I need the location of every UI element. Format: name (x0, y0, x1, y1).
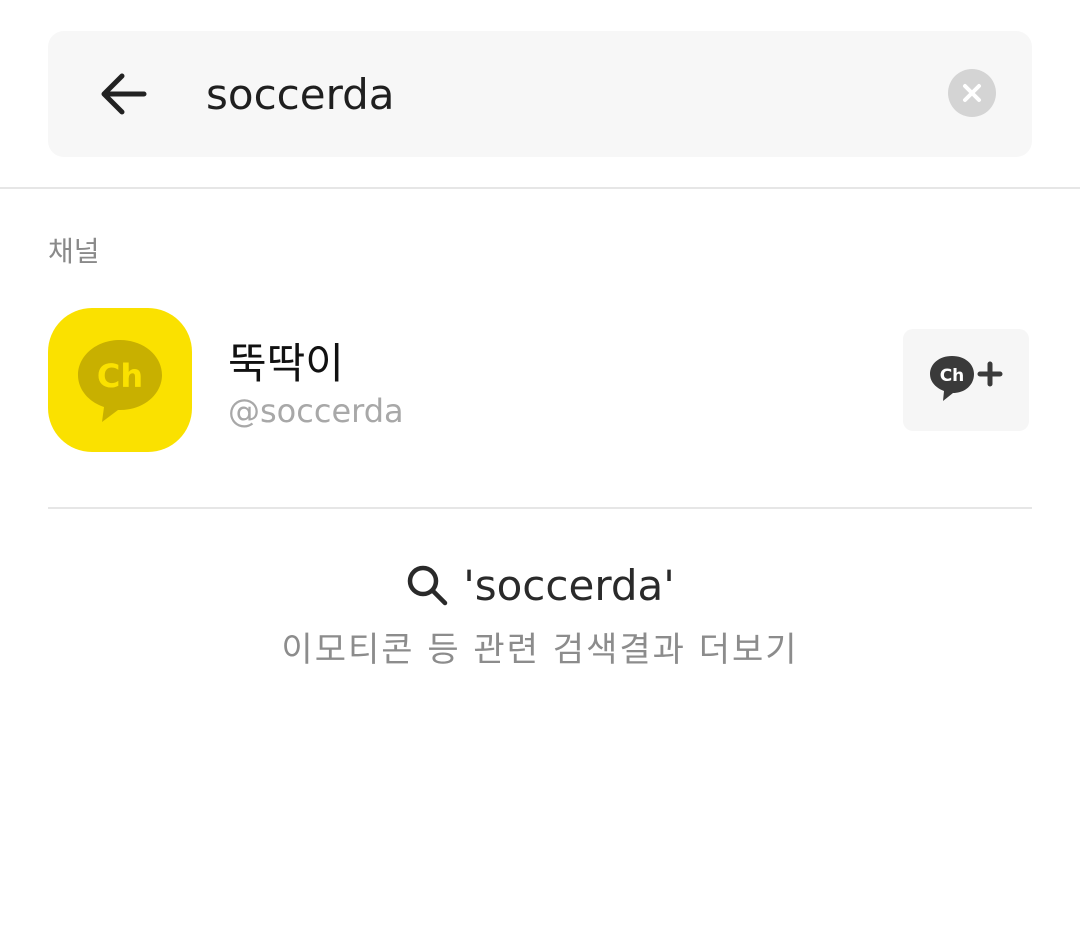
more-results-subtitle: 이모티콘 등 관련 검색결과 더보기 (281, 630, 799, 670)
more-results-query-line: 'soccerda' (0, 552, 1080, 618)
more-results-query: 'soccerda' (463, 560, 675, 610)
section-title-channel: 채널 (48, 235, 100, 268)
arrow-left-icon (101, 73, 147, 115)
kakao-channel-logo-icon: Ch (78, 340, 162, 422)
avatar-text: Ch (97, 357, 143, 395)
add-icon-text: Ch (940, 366, 965, 386)
header-divider (0, 187, 1080, 189)
channel-add-icon: Ch (930, 356, 1003, 401)
list-divider (48, 507, 1032, 509)
close-icon (963, 84, 981, 102)
search-input[interactable] (206, 61, 926, 127)
search-icon (407, 565, 448, 606)
search-bar (48, 31, 1032, 157)
clear-search-button[interactable] (948, 69, 996, 117)
channel-id: @soccerda (228, 392, 404, 430)
more-results-link[interactable]: 'soccerda' 이모티콘 등 관련 검색결과 더보기 (0, 552, 1080, 682)
search-results-page: 채널 Ch 뚝딱이 @soccerda Ch 'soccerda' (0, 0, 1080, 936)
channel-avatar: Ch (48, 308, 192, 452)
channel-name: 뚝딱이 (228, 339, 344, 388)
back-button[interactable] (92, 62, 156, 126)
channel-list-item[interactable]: Ch 뚝딱이 @soccerda Ch (48, 308, 1032, 454)
add-channel-button[interactable]: Ch (903, 329, 1029, 431)
